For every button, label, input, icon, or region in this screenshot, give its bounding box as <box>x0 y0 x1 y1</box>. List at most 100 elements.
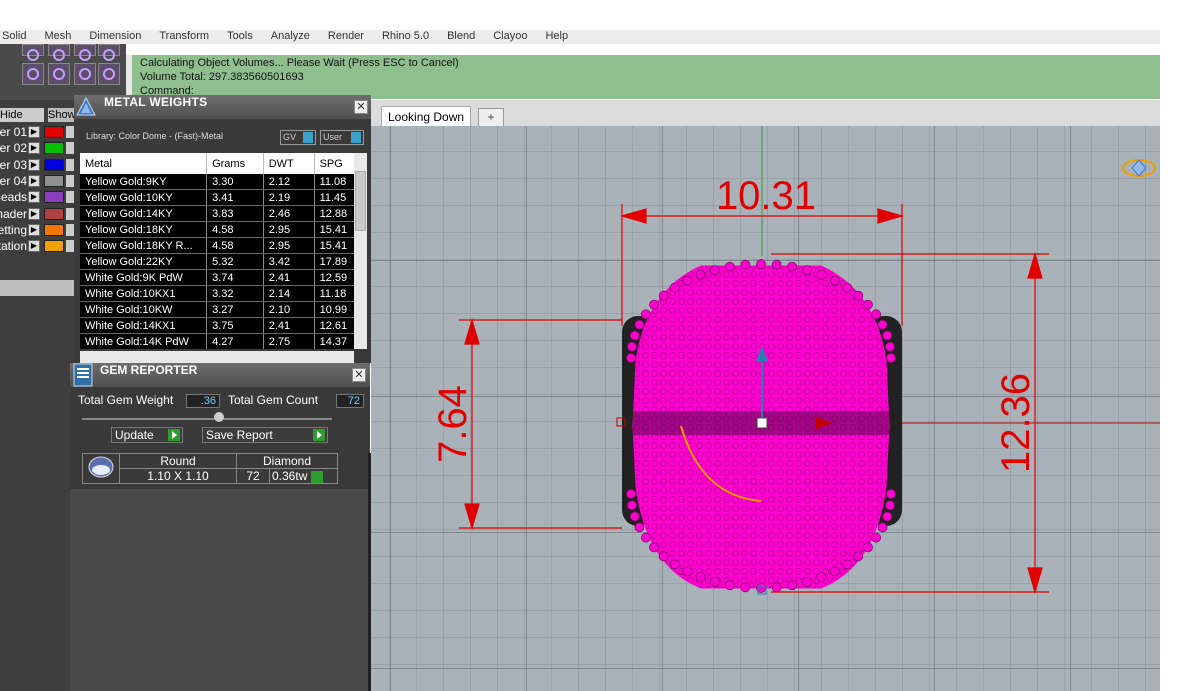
play-icon[interactable]: ▶ <box>28 207 40 220</box>
play-icon[interactable]: ▶ <box>28 142 40 155</box>
layer-row[interactable]: Layer 03▶ <box>0 158 74 173</box>
toolbar-tool-icon[interactable] <box>98 44 120 61</box>
play-icon[interactable]: ▶ <box>28 191 40 204</box>
layer-row[interactable]: Layer 01▶ <box>0 125 74 140</box>
toolbar-tool-icon[interactable] <box>22 63 44 85</box>
layer-color-swatch[interactable] <box>44 223 64 236</box>
toolbar-tool-icon[interactable] <box>48 44 70 61</box>
gem-reporter-titlebar[interactable]: GEM REPORTER ✕ <box>70 363 370 387</box>
toolbar-tool-icon[interactable] <box>74 63 96 85</box>
tab-show[interactable]: Show <box>48 108 74 122</box>
layer-tabs: Hide Show <box>0 108 74 122</box>
gv-toggle[interactable]: GV <box>280 130 316 145</box>
layer-edit-icon[interactable] <box>66 240 74 253</box>
table-cell: 2.14 <box>263 285 315 302</box>
layer-color-swatch[interactable] <box>44 191 64 204</box>
toolbar-tool-icon[interactable] <box>98 63 120 85</box>
table-row[interactable]: Yellow Gold:14KY 3.83 2.46 12.88 <box>80 205 360 222</box>
table-row[interactable]: White Gold:14KX1 3.75 2.41 12.61 <box>80 317 360 334</box>
scrollbar-thumb[interactable] <box>355 171 366 231</box>
column-header[interactable]: Metal <box>80 153 208 174</box>
add-tab-button[interactable]: + <box>478 108 504 127</box>
table-row[interactable]: Yellow Gold:10KY 3.41 2.19 11.45 <box>80 189 360 206</box>
metal-weights-titlebar[interactable]: METAL WEIGHTS ✕ <box>74 95 371 119</box>
close-icon[interactable]: ✕ <box>354 100 368 114</box>
menu-item[interactable]: Rhino 5.0 <box>380 30 429 42</box>
command-line-1: Calculating Object Volumes... Please Wai… <box>140 57 459 69</box>
layer-row[interactable]: Setting▶ <box>0 223 74 238</box>
table-row[interactable]: Yellow Gold:18KY 4.58 2.95 15.41 <box>80 221 360 238</box>
layer-edit-icon[interactable] <box>66 191 74 204</box>
layer-color-swatch[interactable] <box>44 174 64 187</box>
toolbar-tool-icon[interactable] <box>22 44 44 61</box>
edge-bead <box>629 511 640 522</box>
table-row[interactable]: Yellow Gold:9KY 3.30 2.12 11.08 <box>80 174 360 190</box>
layer-color-swatch[interactable] <box>44 126 64 138</box>
column-header[interactable]: SPG <box>314 153 360 174</box>
table-cell: 3.75 <box>206 317 264 334</box>
layer-row[interactable]: Layer 02▶ <box>0 141 74 156</box>
layer-edit-icon[interactable] <box>66 207 74 220</box>
metal-vertical-scrollbar[interactable] <box>354 153 367 349</box>
play-icon[interactable]: ▶ <box>28 158 40 171</box>
toolbar-tool-icon[interactable] <box>48 63 70 85</box>
menu-item[interactable]: Dimension <box>87 30 141 42</box>
menu-item[interactable]: Render <box>326 30 364 42</box>
layer-name: Layer 04 <box>0 173 27 188</box>
layer-color-swatch[interactable] <box>44 207 64 220</box>
table-row[interactable]: Yellow Gold:22KY 5.32 3.42 17.89 <box>80 253 360 270</box>
layer-row[interactable]: Presentation▶ <box>0 239 74 254</box>
table-row[interactable]: White Gold:14K PdW 4.27 2.75 14.37 <box>80 333 360 349</box>
dimension-height-right-label: 12.36 <box>994 373 1038 473</box>
menu-item[interactable]: Tools <box>225 30 253 42</box>
layer-row[interactable]: Layer 04▶ <box>0 174 74 189</box>
layer-color-swatch[interactable] <box>44 142 64 155</box>
play-icon[interactable]: ▶ <box>28 174 40 187</box>
toolbar-tool-icon[interactable] <box>74 44 96 61</box>
close-icon[interactable]: ✕ <box>352 368 366 382</box>
gem-detail-button[interactable] <box>310 470 323 483</box>
slider-knob[interactable] <box>214 412 224 422</box>
menu-item[interactable]: Mesh <box>42 30 71 42</box>
menu-item[interactable]: Help <box>543 30 568 42</box>
play-icon[interactable]: ▶ <box>28 240 40 253</box>
table-row[interactable]: Yellow Gold:18KY R... 4.58 2.95 15.41 <box>80 237 360 254</box>
column-header[interactable]: Grams <box>206 153 264 174</box>
layer-edit-icon[interactable] <box>66 158 74 171</box>
tab-looking-down[interactable]: Looking Down <box>381 106 472 127</box>
menu-item[interactable]: Clayoo <box>491 30 527 42</box>
menu-item[interactable]: Blend <box>445 30 475 42</box>
layer-name: Beads <box>0 190 27 205</box>
play-icon[interactable]: ▶ <box>28 223 40 236</box>
table-row[interactable]: White Gold:9K PdW 3.74 2.41 12.59 <box>80 269 360 286</box>
layer-color-swatch[interactable] <box>44 158 64 171</box>
layer-edit-icon[interactable] <box>66 126 74 138</box>
gem-list-area <box>70 489 370 691</box>
menu-item[interactable]: Analyze <box>269 30 310 42</box>
user-toggle[interactable]: User <box>320 130 364 145</box>
gem-row[interactable]: Round Diamond <box>82 453 338 484</box>
total-gem-weight-field[interactable]: .36 <box>186 394 220 408</box>
gem-count: 72 <box>236 468 270 484</box>
column-header[interactable]: DWT <box>263 153 315 174</box>
layer-row[interactable]: Shader▶ <box>0 207 74 222</box>
table-cell: 5.32 <box>206 253 264 270</box>
save-report-button[interactable]: Save Report <box>202 427 328 443</box>
gem-size: 1.10 X 1.10 <box>119 468 237 484</box>
total-gem-count-field[interactable]: 72 <box>336 394 364 408</box>
play-icon[interactable]: ▶ <box>28 126 40 138</box>
metal-horizontal-scrollbar[interactable] <box>80 351 354 363</box>
layer-edit-icon[interactable] <box>66 142 74 155</box>
layer-row[interactable]: Beads▶ <box>0 190 74 205</box>
layer-color-swatch[interactable] <box>44 240 64 253</box>
menu-item[interactable]: Solid <box>0 30 26 42</box>
update-button[interactable]: Update <box>111 427 183 443</box>
viewport[interactable]: 10.31 7.64 12.36 <box>371 126 1160 691</box>
layer-edit-icon[interactable] <box>66 223 74 236</box>
table-row[interactable]: White Gold:10KX1 3.32 2.14 11.18 <box>80 285 360 302</box>
gem-slider[interactable] <box>82 418 332 420</box>
menu-item[interactable]: Transform <box>157 30 209 42</box>
table-row[interactable]: White Gold:10KW 3.27 2.10 10.99 <box>80 301 360 318</box>
tab-hide[interactable]: Hide <box>0 108 44 122</box>
layer-edit-icon[interactable] <box>66 174 74 187</box>
